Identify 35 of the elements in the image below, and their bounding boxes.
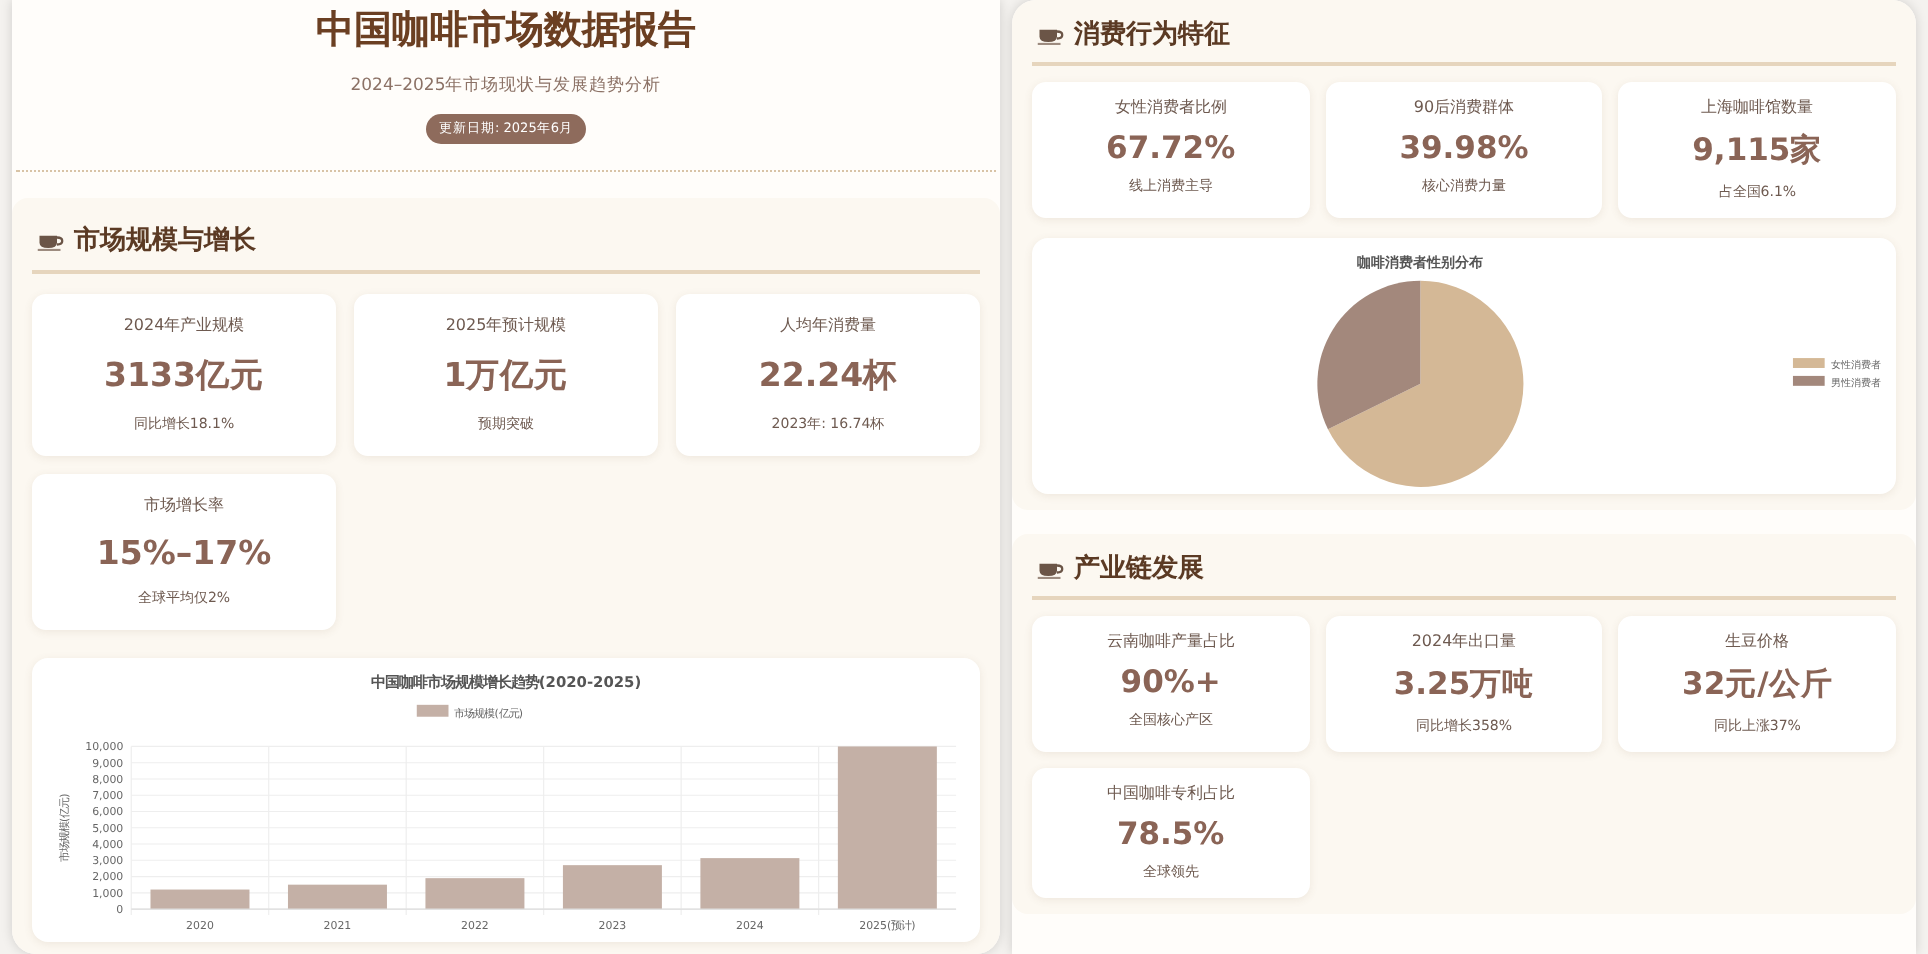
section-title: 消费行为特征 bbox=[1074, 18, 1230, 52]
chart-bar bbox=[562, 865, 662, 910]
chart-bar bbox=[287, 884, 387, 910]
stat-label: 2024年产业规模 bbox=[123, 314, 245, 336]
stat-label: 生豆价格 bbox=[1725, 630, 1790, 652]
stat-label: 云南咖啡产量占比 bbox=[1106, 630, 1235, 652]
stat-label: 2024年出口量 bbox=[1411, 630, 1517, 652]
stat-label: 人均年消费量 bbox=[780, 314, 876, 336]
stat-label: 90后消费群体 bbox=[1413, 96, 1515, 118]
report-title: 中国咖啡市场数据报告 bbox=[316, 6, 696, 56]
stat-value: 67.72% bbox=[1106, 130, 1236, 166]
stat-label: 市场增长率 bbox=[144, 494, 224, 516]
stat-value: 39.98% bbox=[1399, 130, 1529, 166]
stat-value: 15%–17% bbox=[96, 534, 272, 572]
stat-label: 女性消费者比例 bbox=[1114, 96, 1227, 118]
stat-value: 22.24杯 bbox=[758, 354, 898, 398]
chart-bar bbox=[700, 858, 800, 910]
report-subtitle: 2024–2025年市场现状与发展趋势分析 bbox=[350, 74, 662, 98]
legend-swatch bbox=[1792, 358, 1825, 368]
legend-swatch bbox=[1792, 375, 1825, 386]
stat-value: 90%+ bbox=[1120, 664, 1221, 700]
legend-swatch bbox=[416, 704, 449, 717]
chart-bar bbox=[425, 878, 525, 910]
stat-value: 78.5% bbox=[1116, 816, 1225, 852]
stat-label: 2025年预计规模 bbox=[445, 314, 567, 336]
stat-value: 9,115家 bbox=[1692, 130, 1823, 172]
stat-label: 中国咖啡专利占比 bbox=[1106, 782, 1235, 804]
stat-value: 3133亿元 bbox=[104, 354, 264, 398]
stat-value: 1万亿元 bbox=[443, 354, 569, 398]
section-title: 市场规模与增长 bbox=[74, 223, 256, 258]
stat-label: 上海咖啡馆数量 bbox=[1701, 96, 1814, 118]
chart-bar bbox=[150, 889, 250, 910]
stat-value: 3.25万吨 bbox=[1393, 664, 1535, 706]
stat-value: 32元/公斤 bbox=[1682, 664, 1833, 706]
section-title: 产业链发展 bbox=[1074, 551, 1204, 586]
